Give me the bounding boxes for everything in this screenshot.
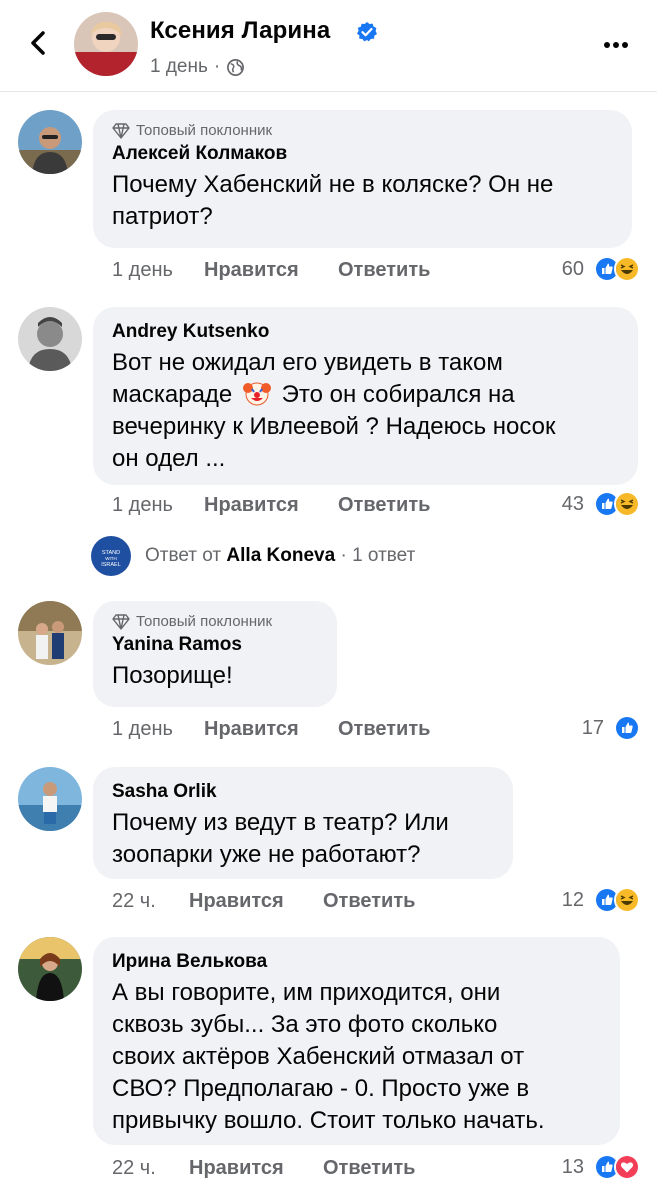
- comment-text-line: СВО? Предполагаю - 0. Просто уже в: [112, 1075, 530, 1102]
- comment-text: Вот не ожидал его увидеть в таком маскар…: [112, 347, 620, 475]
- comment-author[interactable]: Алексей Колмаков: [112, 143, 614, 165]
- comment-actions: 1 день Нравится Ответить: [112, 494, 430, 517]
- more-options-icon[interactable]: [599, 28, 633, 62]
- reaction-summary[interactable]: 12: [562, 887, 640, 913]
- comment-actions: 22 ч. Нравится Ответить: [112, 890, 415, 913]
- reaction-count: 12: [561, 888, 584, 911]
- comment-time[interactable]: 1 день: [112, 718, 204, 741]
- comment-text: Почему из ведут в театр? Или зоопарки уж…: [112, 807, 495, 871]
- comment-text-line: привычку вошло. Стоит только начать.: [112, 1107, 545, 1134]
- commenter-avatar[interactable]: [18, 307, 82, 371]
- diamond-icon: [112, 122, 130, 139]
- comment-text-line: сквозь зубы... За это фото сколько: [112, 1011, 498, 1038]
- author-avatar[interactable]: [74, 12, 138, 76]
- like-button[interactable]: Нравится: [189, 1157, 323, 1180]
- comment-actions: 1 день Нравится Ответить: [112, 259, 430, 282]
- comment-text-line: он одел ...: [112, 445, 226, 472]
- verified-badge-icon: [357, 22, 377, 42]
- badge-label: Топовый поклонник: [136, 122, 273, 139]
- reply-button[interactable]: Ответить: [338, 494, 430, 517]
- comment-time[interactable]: 22 ч.: [112, 1157, 189, 1180]
- reaction-count: 13: [561, 1155, 584, 1178]
- reply-button[interactable]: Ответить: [338, 718, 430, 741]
- text-span: Это он собирался на: [281, 381, 515, 408]
- haha-reaction-icon: [614, 887, 640, 913]
- like-reaction-icon: [614, 715, 640, 741]
- like-button[interactable]: Нравится: [204, 494, 338, 517]
- comment-bubble: Andrey Kutsenko Вот не ожидал его увидет…: [93, 307, 638, 485]
- reply-prefix: Ответ от: [145, 545, 222, 566]
- commenter-avatar[interactable]: [18, 110, 82, 174]
- view-replies-link[interactable]: STAND WITH ISRAEL Ответ от Alla Koneva ·…: [91, 536, 415, 576]
- comment-author[interactable]: Sasha Orlik: [112, 781, 495, 803]
- post-time[interactable]: 1 день: [150, 56, 208, 78]
- reply-avatar-text: ISRAEL: [101, 562, 121, 568]
- comment-author[interactable]: Andrey Kutsenko: [112, 321, 620, 343]
- reaction-summary[interactable]: 43: [562, 491, 640, 517]
- top-fan-badge: Топовый поклонник: [112, 613, 319, 630]
- comment-text-line: А вы говорите, им приходится, они: [112, 979, 501, 1006]
- reaction-count: 17: [581, 716, 604, 739]
- like-button[interactable]: Нравится: [204, 259, 338, 282]
- reply-author[interactable]: Alla Koneva: [226, 545, 335, 567]
- comment-text-line: зоопарки уже не работают?: [112, 841, 421, 868]
- comment-actions: 22 ч. Нравится Ответить: [112, 1157, 415, 1180]
- comment-text: Позорище!: [112, 660, 319, 692]
- comment-text-line: Почему Хабенский не в коляске? Он не: [112, 171, 554, 198]
- haha-reaction-icon: [614, 491, 640, 517]
- reaction-summary[interactable]: 13: [562, 1154, 640, 1180]
- comment-text: А вы говорите, им приходится, они сквозь…: [112, 977, 602, 1137]
- author-name[interactable]: Ксения Ларина: [150, 17, 330, 45]
- commenter-avatar[interactable]: [18, 767, 82, 831]
- text-span: маскараде: [112, 381, 233, 408]
- comment-time[interactable]: 22 ч.: [112, 890, 189, 913]
- like-button[interactable]: Нравится: [204, 718, 338, 741]
- haha-reaction-icon: [614, 256, 640, 282]
- comment-text-line: Почему из ведут в театр? Или: [112, 809, 449, 836]
- commenter-avatar[interactable]: [18, 601, 82, 665]
- reaction-summary[interactable]: 60: [562, 256, 640, 282]
- reaction-count: 60: [561, 257, 584, 280]
- comment-text-line: Позорище!: [112, 662, 233, 689]
- reply-avatar-text: WITH: [105, 556, 117, 561]
- reply-button[interactable]: Ответить: [323, 890, 415, 913]
- post-header: Ксения Ларина 1 день ·: [0, 0, 657, 92]
- globe-icon: [227, 58, 245, 76]
- comment-author[interactable]: Ирина Велькова: [112, 951, 602, 973]
- clown-face-icon: [242, 382, 271, 406]
- reply-avatar: STAND WITH ISRAEL: [91, 536, 131, 576]
- comment-text-line-with-emoji: маскараде Это он собирался на: [112, 379, 620, 411]
- comment-bubble: Топовый поклонник Yanina Ramos Позорище!: [93, 601, 337, 707]
- comment-bubble: Топовый поклонник Алексей Колмаков Почем…: [93, 110, 632, 248]
- badge-label: Топовый поклонник: [136, 613, 273, 630]
- comment-text-line: патриот?: [112, 203, 213, 230]
- comment-bubble: Sasha Orlik Почему из ведут в театр? Или…: [93, 767, 513, 879]
- like-button[interactable]: Нравится: [189, 890, 323, 913]
- comment-time[interactable]: 1 день: [112, 259, 204, 282]
- reply-button[interactable]: Ответить: [323, 1157, 415, 1180]
- comment-bubble: Ирина Велькова А вы говорите, им приходи…: [93, 937, 620, 1145]
- comment-text-line: Вот не ожидал его увидеть в таком: [112, 349, 503, 376]
- comment-text: Почему Хабенский не в коляске? Он не пат…: [112, 169, 614, 233]
- reply-count: · 1 ответ: [340, 545, 416, 566]
- meta-separator: ·: [213, 56, 221, 77]
- comment-author[interactable]: Yanina Ramos: [112, 634, 319, 656]
- top-fan-badge: Топовый поклонник: [112, 122, 614, 139]
- back-arrow-icon[interactable]: [22, 26, 56, 60]
- reply-button[interactable]: Ответить: [338, 259, 430, 282]
- love-reaction-icon: [614, 1154, 640, 1180]
- comment-actions: 1 день Нравится Ответить: [112, 718, 430, 741]
- reaction-count: 43: [561, 492, 584, 515]
- diamond-icon: [112, 613, 130, 630]
- commenter-avatar[interactable]: [18, 937, 82, 1001]
- reaction-summary[interactable]: 17: [582, 715, 640, 741]
- post-meta: 1 день ·: [150, 56, 245, 78]
- comment-time[interactable]: 1 день: [112, 494, 204, 517]
- comment-text-line: вечеринку к Ивлеевой ? Надеюсь носок: [112, 413, 556, 440]
- comment-text-line: своих актёров Хабенский отмазал от: [112, 1043, 525, 1070]
